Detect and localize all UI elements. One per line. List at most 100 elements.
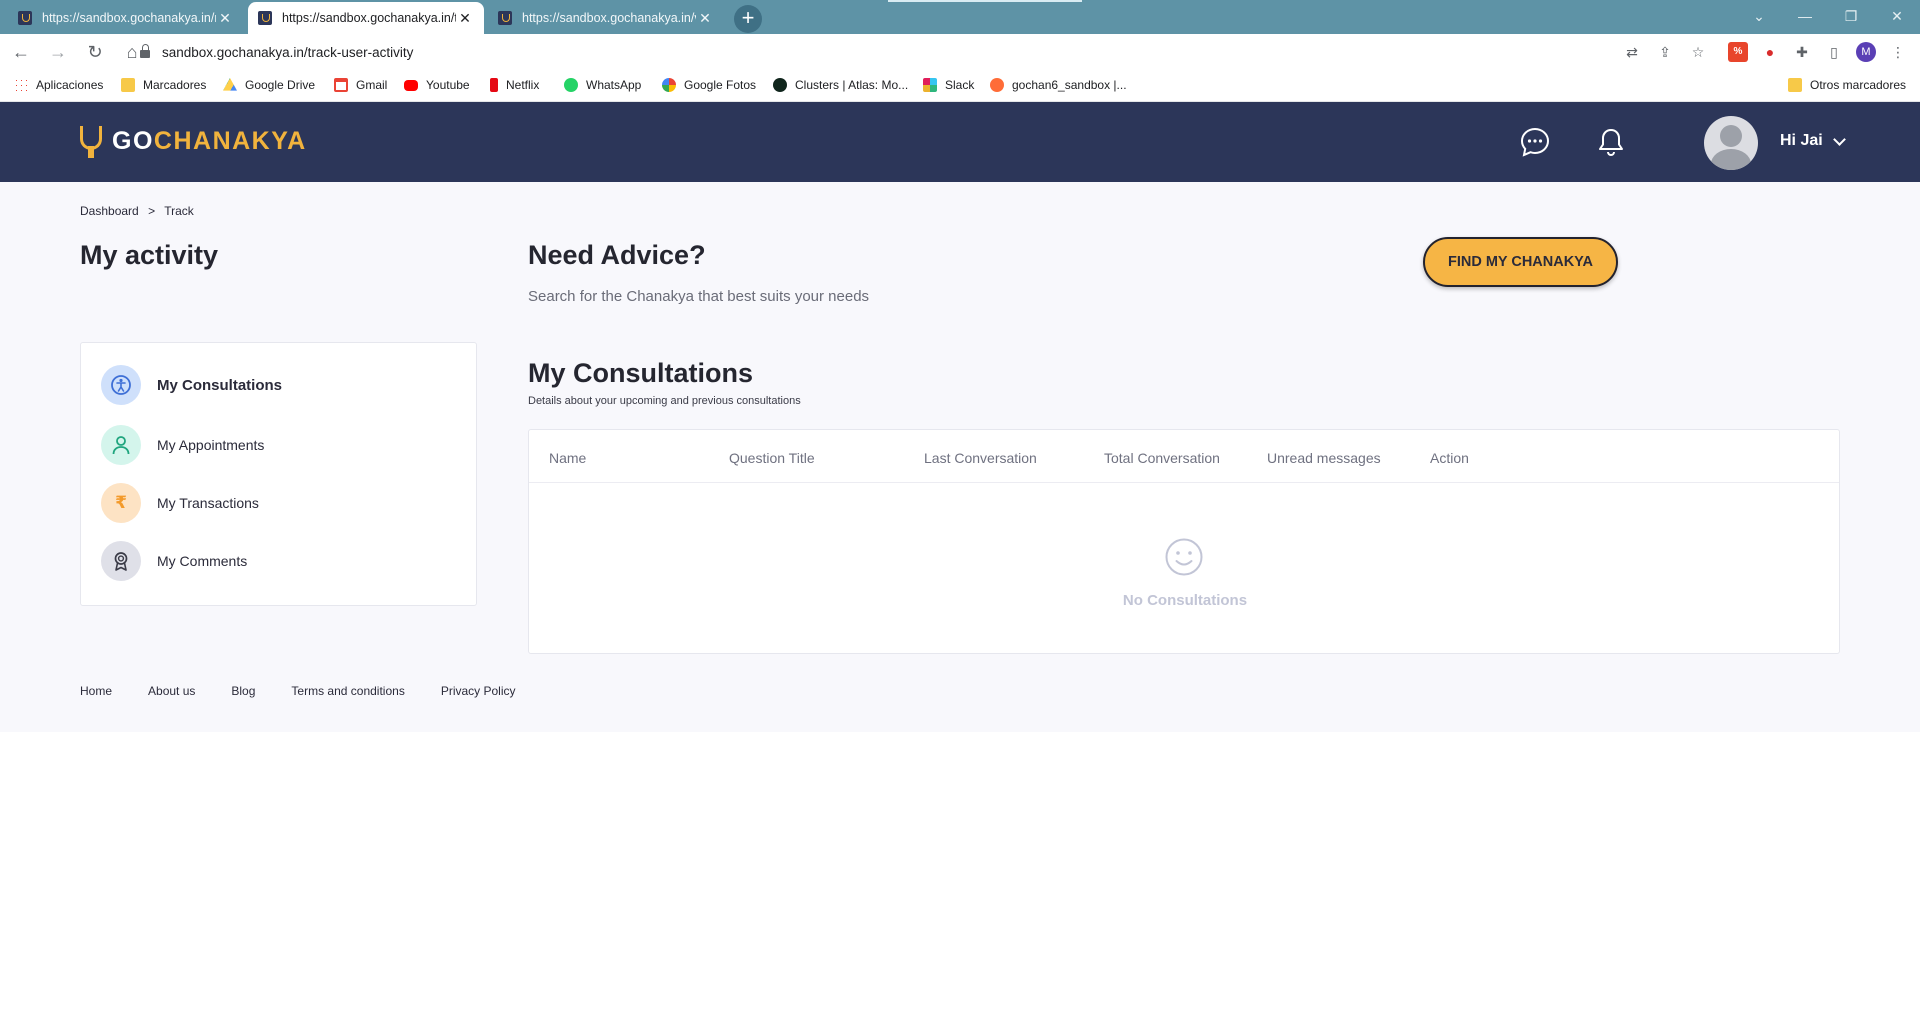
footer-link-blog[interactable]: Blog (231, 684, 255, 698)
column-header-total-conversation: Total Conversation (1104, 450, 1220, 466)
bookmark-google-drive[interactable]: Google Drive (223, 78, 315, 92)
restore-window-button[interactable]: ❐ (1828, 4, 1874, 28)
mongodb-icon (773, 78, 787, 92)
close-tab-icon[interactable]: ✕ (696, 10, 714, 27)
bookmark-youtube[interactable]: Youtube (404, 78, 470, 92)
gochanakya-favicon-icon (258, 11, 272, 25)
browser-tab-3[interactable]: https://sandbox.gochanakya.in/v ✕ (488, 2, 724, 34)
empty-state-text: No Consultations (1122, 592, 1248, 609)
side-panel-icon[interactable]: ▯ (1824, 42, 1844, 62)
gochanakya-logo[interactable]: GO CHANAKYA (78, 122, 307, 160)
close-tab-icon[interactable]: ✕ (216, 10, 234, 27)
column-header-action: Action (1430, 450, 1469, 466)
bookmark-google-fotos[interactable]: Google Fotos (662, 78, 756, 92)
gochanakya-favicon-icon (18, 11, 32, 25)
sidebar-item-my-transactions[interactable]: ₹ My Transactions (101, 483, 259, 523)
extension-shield-icon[interactable]: ● (1760, 42, 1780, 62)
netflix-icon (490, 78, 498, 92)
google-photos-icon (662, 78, 676, 92)
close-tab-icon[interactable]: ✕ (456, 10, 474, 27)
back-arrow-icon[interactable]: ← (5, 36, 37, 68)
bookmark-postman[interactable]: gochan6_sandbox |... (990, 78, 1127, 92)
footer-link-terms[interactable]: Terms and conditions (291, 684, 404, 698)
browser-tab-2[interactable]: https://sandbox.gochanakya.in/ti ✕ (248, 2, 484, 34)
user-avatar[interactable] (1704, 116, 1758, 170)
sidebar-item-my-appointments[interactable]: My Appointments (101, 425, 264, 465)
bookmark-slack[interactable]: Slack (923, 78, 974, 92)
rupee-icon: ₹ (101, 483, 141, 523)
advice-subtitle: Search for the Chanakya that best suits … (528, 288, 870, 305)
minimize-window-button[interactable]: — (1782, 4, 1828, 28)
lock-icon[interactable] (140, 44, 150, 58)
column-header-last-conversation: Last Conversation (924, 450, 1037, 466)
footer-link-privacy-policy[interactable]: Privacy Policy (441, 684, 516, 698)
column-header-question-title: Question Title (729, 450, 815, 466)
main-content: Dashboard > Track My activity Need Advic… (0, 182, 1920, 732)
browser-toolbar: ← → ↻ ⌂ sandbox.gochanakya.in/track-user… (0, 34, 1920, 70)
slack-icon (923, 78, 937, 92)
tab-search-icon[interactable]: ⌄ (1736, 4, 1782, 28)
browser-tab-1[interactable]: https://sandbox.gochanakya.in/r ✕ (8, 2, 244, 34)
url-text[interactable]: sandbox.gochanakya.in/track-user-activit… (162, 45, 413, 60)
logo-text-chanakya: CHANAKYA (153, 126, 307, 155)
tab-title: https://sandbox.gochanakya.in/ti (282, 11, 456, 25)
consultations-title: My Consultations (528, 358, 754, 388)
table-header: Name Question Title Last Conversation To… (529, 430, 1839, 483)
bookmark-star-icon[interactable]: ☆ (1688, 42, 1708, 62)
folder-icon (1788, 78, 1802, 92)
chat-bubble-icon[interactable] (1519, 126, 1551, 158)
column-header-unread-messages: Unread messages (1267, 450, 1381, 466)
browser-menu-icon[interactable]: ⋮ (1888, 42, 1908, 62)
bookmark-whatsapp[interactable]: WhatsApp (564, 78, 641, 92)
new-tab-button[interactable]: + (734, 5, 762, 33)
sidebar-item-label: My Consultations (157, 376, 283, 394)
sidebar-item-label: My Transactions (157, 495, 259, 511)
sidebar-item-my-consultations[interactable]: My Consultations (101, 365, 282, 405)
extension-red-icon[interactable]: % (1728, 42, 1748, 62)
bookmark-otros-marcadores[interactable]: Otros marcadores (1788, 78, 1906, 92)
extensions-puzzle-icon[interactable]: ✚ (1792, 42, 1812, 62)
site-header: GO CHANAKYA Hi Jai (0, 102, 1920, 182)
activity-sidebar: My Consultations My Appointments ₹ My Tr… (80, 342, 477, 606)
sidebar-item-label: My Appointments (157, 437, 265, 453)
smiley-face-icon (1165, 538, 1203, 576)
breadcrumb-dashboard-link[interactable]: Dashboard (80, 204, 139, 218)
google-drive-icon (223, 78, 237, 91)
page-title: My activity (80, 240, 219, 270)
postman-icon (990, 78, 1004, 92)
notification-bell-icon[interactable] (1595, 126, 1627, 158)
gochanakya-logo-icon (78, 122, 104, 160)
breadcrumb-separator: > (148, 204, 156, 218)
bookmark-netflix[interactable]: Netflix (490, 78, 539, 92)
bookmark-marcadores[interactable]: Marcadores (121, 78, 206, 92)
youtube-icon (404, 79, 418, 91)
close-window-button[interactable]: ✕ (1874, 4, 1920, 28)
reload-icon[interactable]: ↻ (79, 36, 111, 68)
translate-icon[interactable]: ⇄ (1622, 42, 1642, 62)
share-icon[interactable]: ⇪ (1655, 42, 1675, 62)
consultations-subtitle: Details about your upcoming and previous… (528, 395, 801, 407)
logo-text-go: GO (112, 126, 154, 155)
breadcrumb-current: Track (164, 204, 194, 218)
tab-strip-accent (888, 0, 1082, 2)
sidebar-item-my-comments[interactable]: My Comments (101, 541, 247, 581)
footer-links: Home About us Blog Terms and conditions … (80, 684, 552, 698)
apps-grid-icon (14, 78, 28, 92)
user-menu-toggle[interactable]: Hi Jai (1780, 132, 1846, 150)
profile-avatar-icon[interactable]: M (1856, 42, 1876, 62)
user-icon (101, 425, 141, 465)
gochanakya-favicon-icon (498, 11, 512, 25)
user-greeting: Hi Jai (1780, 132, 1823, 149)
footer-link-about-us[interactable]: About us (148, 684, 195, 698)
bookmark-atlas-clusters[interactable]: Clusters | Atlas: Mo... (773, 78, 908, 92)
gmail-icon (334, 78, 348, 92)
forward-arrow-icon[interactable]: → (42, 36, 74, 68)
find-my-chanakya-button[interactable]: FIND MY CHANAKYA (1423, 237, 1618, 287)
browser-tab-bar: https://sandbox.gochanakya.in/r ✕ https:… (0, 0, 1920, 34)
address-bar[interactable]: sandbox.gochanakya.in/track-user-activit… (140, 38, 1590, 66)
bookmark-gmail[interactable]: Gmail (334, 78, 387, 92)
whatsapp-icon (564, 78, 578, 92)
tab-title: https://sandbox.gochanakya.in/r (42, 11, 216, 25)
bookmark-aplicaciones[interactable]: Aplicaciones (14, 78, 103, 92)
footer-link-home[interactable]: Home (80, 684, 112, 698)
